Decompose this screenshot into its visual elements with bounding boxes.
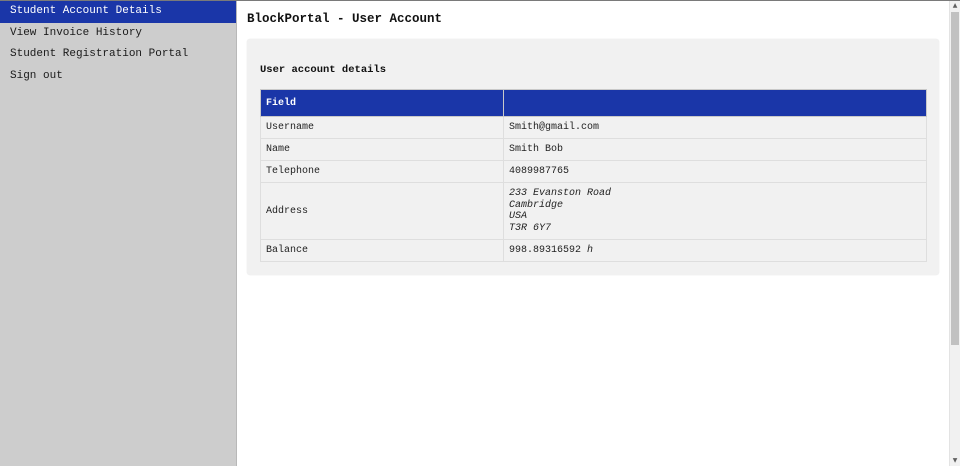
address-line-postcode: T3R 6Y7 — [509, 222, 552, 234]
field-value-telephone: 4089987765 — [503, 160, 927, 183]
table-row-name: Name Smith Bob — [260, 138, 927, 161]
account-details-table: Field Username Smith@gmail.com Name Smit… — [260, 89, 927, 262]
field-label-telephone: Telephone — [260, 160, 504, 183]
field-label-username: Username — [260, 116, 504, 139]
balance-amount: 998.89316592 — [509, 245, 582, 256]
table-row-balance: Balance 998.89316592 h — [260, 239, 927, 262]
table-row-telephone: Telephone 4089987765 — [260, 160, 927, 183]
column-header-field: Field — [260, 89, 504, 117]
column-header-value — [503, 89, 927, 117]
scrollbar-thumb[interactable] — [951, 12, 959, 345]
field-label-address: Address — [260, 182, 504, 240]
sidebar: Student Account Details View Invoice His… — [0, 1, 237, 466]
address-line-street: 233 Evanston Road — [509, 188, 612, 199]
field-value-name: Smith Bob — [503, 138, 927, 161]
sidebar-item-view-invoice-history[interactable]: View Invoice History — [0, 23, 236, 45]
balance-unit: h — [587, 245, 594, 256]
card-title: User account details — [260, 64, 387, 76]
scroll-down-arrow-icon[interactable]: ▼ — [950, 456, 960, 466]
field-label-name: Name — [260, 138, 504, 161]
main-content: BlockPortal - User Account User account … — [237, 1, 949, 466]
address-line-country: USA — [509, 211, 528, 222]
table-row-username: Username Smith@gmail.com — [260, 116, 927, 139]
sidebar-item-sign-out[interactable]: Sign out — [0, 66, 236, 88]
table-row-address: Address 233 Evanston Road Cambridge USA … — [260, 182, 927, 240]
account-details-card: User account details Field Username Smit… — [247, 39, 939, 275]
field-label-balance: Balance — [260, 239, 504, 262]
scroll-up-arrow-icon[interactable]: ▲ — [950, 1, 960, 11]
sidebar-item-student-registration-portal[interactable]: Student Registration Portal — [0, 44, 236, 66]
field-value-address: 233 Evanston Road Cambridge USA T3R 6Y7 — [503, 182, 927, 240]
vertical-scrollbar[interactable]: ▲ ▼ — [949, 1, 960, 466]
page-title: BlockPortal - User Account — [247, 12, 443, 26]
sidebar-item-student-account-details[interactable]: Student Account Details — [0, 1, 236, 23]
app-window: Student Account Details View Invoice His… — [0, 0, 960, 466]
field-value-username: Smith@gmail.com — [503, 116, 927, 139]
table-header-row: Field — [260, 89, 927, 117]
address-line-city: Cambridge — [509, 199, 564, 211]
field-value-balance: 998.89316592 h — [503, 239, 927, 262]
